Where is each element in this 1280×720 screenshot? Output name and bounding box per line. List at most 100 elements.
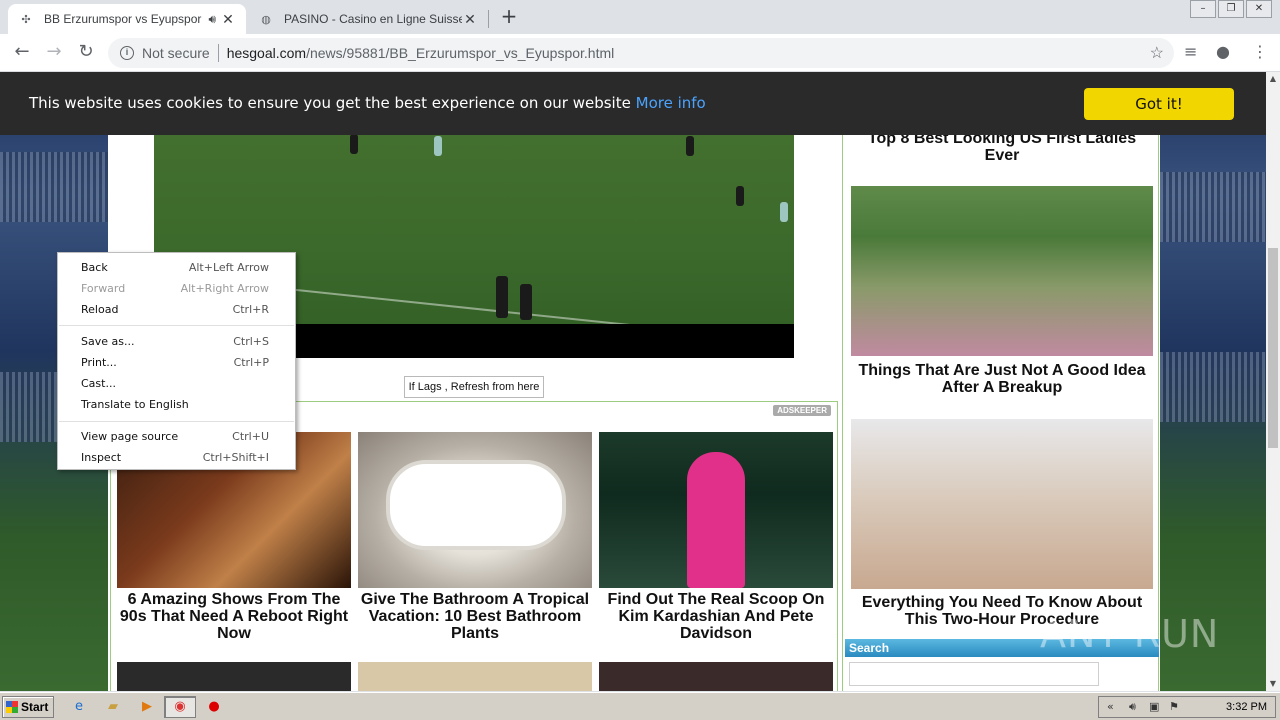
menu-item-shortcut: Ctrl+R	[232, 303, 269, 316]
sidebar: Top 8 Best Looking US First Ladies Ever …	[842, 72, 1160, 691]
chrome-taskbar-button[interactable]: ◉	[164, 696, 196, 718]
ad-image[interactable]	[599, 432, 833, 588]
more-info-link[interactable]: More info	[636, 94, 706, 112]
menu-item-label: Print...	[81, 356, 117, 369]
close-icon[interactable]: ✕	[220, 11, 236, 28]
ad-title[interactable]: Give The Bathroom A Tropical Vacation: 1…	[358, 591, 592, 642]
chevron-icon[interactable]: «	[1107, 700, 1114, 713]
system-tray: « 🔊︎ ▣ ⚑ 3:32 PM	[1098, 696, 1276, 718]
tab-divider	[488, 10, 489, 28]
sidebar-widget: Top 8 Best Looking US First Ladies Ever …	[845, 72, 1159, 691]
context-menu-view-source[interactable]: View page source Ctrl+U	[58, 426, 295, 447]
player-figure	[350, 134, 358, 154]
tab-active[interactable]: ✣ BB Erzurumspor vs Eyupspor - H 🔊︎ ✕	[8, 4, 246, 34]
player-figure	[496, 276, 508, 318]
context-menu-print[interactable]: Print... Ctrl+P	[58, 352, 295, 373]
stop-icon[interactable]: ●	[205, 698, 223, 716]
ad-title[interactable]: Find Out The Real Scoop On Kim Kardashia…	[599, 591, 833, 642]
sidebar-item-title[interactable]: Top 8 Best Looking US First Ladies Ever	[851, 130, 1153, 164]
star-icon[interactable]: ☆	[1150, 43, 1164, 63]
forward-arrow-icon[interactable]: →	[42, 41, 66, 65]
tab-title: PASINO - Casino en Ligne Suisse - Su	[284, 12, 462, 26]
player-figure	[686, 136, 694, 156]
plus-icon[interactable]: +	[498, 6, 520, 28]
restore-button[interactable]: ❐	[1218, 0, 1244, 18]
network-icon[interactable]: ▣	[1149, 700, 1159, 713]
flag-icon[interactable]: ⚑	[1169, 700, 1179, 713]
address-bar[interactable]: i Not secure hesgoal.com/news/95881/BB_E…	[108, 38, 1174, 68]
cookie-banner: This website uses cookies to ensure you …	[0, 72, 1266, 135]
ad-image[interactable]	[117, 662, 351, 691]
adskeeper-logo[interactable]: ADSKEEPER	[773, 405, 831, 416]
menu-item-label: Translate to English	[81, 398, 189, 411]
ad-image[interactable]	[358, 432, 592, 588]
crowd-decoration	[0, 152, 108, 222]
reload-icon[interactable]: ↻	[74, 41, 98, 65]
crowd-decoration	[1160, 172, 1266, 242]
media-icon[interactable]: ≡	[1184, 42, 1197, 61]
minimize-button[interactable]: –	[1190, 0, 1216, 18]
ie-icon[interactable]: e	[70, 698, 88, 716]
windows-flag-icon	[6, 701, 18, 713]
menu-item-label: Cast...	[81, 377, 116, 390]
context-menu-back[interactable]: Back Alt+Left Arrow	[58, 257, 295, 278]
ad-title[interactable]: 6 Amazing Shows From The 90s That Need A…	[117, 591, 351, 642]
sidebar-item-image[interactable]	[851, 419, 1153, 589]
url-host: hesgoal.com	[226, 45, 307, 61]
sidebar-item-title[interactable]: Things That Are Just Not A Good Idea Aft…	[851, 362, 1153, 396]
ad-image[interactable]	[358, 662, 592, 691]
context-menu-save-as[interactable]: Save as... Ctrl+S	[58, 331, 295, 352]
scroll-thumb[interactable]	[1268, 248, 1278, 448]
sidebar-item-image[interactable]	[851, 186, 1153, 356]
menu-item-shortcut: Ctrl+Shift+I	[202, 451, 269, 464]
folder-icon[interactable]: ▰	[104, 698, 122, 716]
browser-toolbar: ← → ↻ i Not secure hesgoal.com/news/9588…	[0, 34, 1280, 72]
scroll-up-arrow[interactable]: ▲	[1266, 72, 1280, 86]
search-input[interactable]	[849, 662, 1099, 686]
security-label: Not secure	[142, 45, 210, 61]
chrome-favicon: ✣	[21, 13, 31, 26]
menu-item-label: Back	[81, 261, 108, 274]
back-arrow-icon[interactable]: ←	[10, 41, 34, 65]
audio-icon[interactable]: 🔊︎	[208, 12, 216, 27]
menu-item-label: Save as...	[81, 335, 135, 348]
close-window-button[interactable]: ✕	[1246, 0, 1272, 18]
window-controls: – ❐ ✕	[1188, 0, 1272, 18]
menu-dots-icon[interactable]: ⋮	[1252, 42, 1268, 61]
page-scrollbar[interactable]: ▲ ▼	[1266, 72, 1280, 691]
start-label: Start	[21, 700, 49, 714]
ad-card[interactable]: Give The Bathroom A Tropical Vacation: 1…	[358, 432, 592, 642]
player-figure	[736, 186, 744, 206]
close-icon[interactable]: ✕	[462, 11, 478, 28]
cookie-message-text: This website uses cookies to ensure you …	[29, 94, 631, 112]
context-menu-inspect[interactable]: Inspect Ctrl+Shift+I	[58, 447, 295, 468]
player-figure	[520, 284, 532, 320]
scroll-down-arrow[interactable]: ▼	[1266, 677, 1280, 691]
player-figure	[434, 136, 442, 156]
ad-card[interactable]: Find Out The Real Scoop On Kim Kardashia…	[599, 432, 833, 642]
menu-item-label: Forward	[81, 282, 126, 295]
context-menu-translate[interactable]: Translate to English	[58, 394, 295, 415]
got-it-button[interactable]: Got it!	[1084, 88, 1234, 120]
person-figure	[687, 452, 745, 588]
windows-taskbar: Start e ▰ ▶ ◉ ● « 🔊︎ ▣ ⚑ 3:32 PM	[0, 692, 1280, 720]
info-icon[interactable]: i	[120, 46, 134, 60]
ad-image[interactable]	[599, 662, 833, 691]
menu-item-label: Inspect	[81, 451, 122, 464]
media-player-icon[interactable]: ▶	[138, 698, 156, 716]
context-menu-forward[interactable]: Forward Alt+Right Arrow	[58, 278, 295, 299]
menu-item-shortcut: Ctrl+U	[232, 430, 269, 443]
start-button[interactable]: Start	[2, 696, 54, 718]
context-menu-reload[interactable]: Reload Ctrl+R	[58, 299, 295, 320]
anyrun-watermark: ANY RUN	[1040, 612, 1220, 656]
volume-icon[interactable]: 🔊︎	[1129, 700, 1136, 714]
tab-inactive[interactable]: ◍ PASINO - Casino en Ligne Suisse - Su ✕	[248, 4, 488, 34]
refresh-button[interactable]: If Lags , Refresh from here	[404, 376, 544, 398]
menu-item-shortcut: Ctrl+S	[233, 335, 269, 348]
profile-icon[interactable]: ●	[1216, 42, 1230, 61]
tab-strip: ✣ BB Erzurumspor vs Eyupspor - H 🔊︎ ✕ ◍ …	[0, 0, 1280, 34]
tab-title: BB Erzurumspor vs Eyupspor - H	[44, 12, 205, 26]
menu-separator	[59, 325, 294, 326]
context-menu-cast[interactable]: Cast...	[58, 373, 295, 394]
menu-item-shortcut: Ctrl+P	[233, 356, 269, 369]
